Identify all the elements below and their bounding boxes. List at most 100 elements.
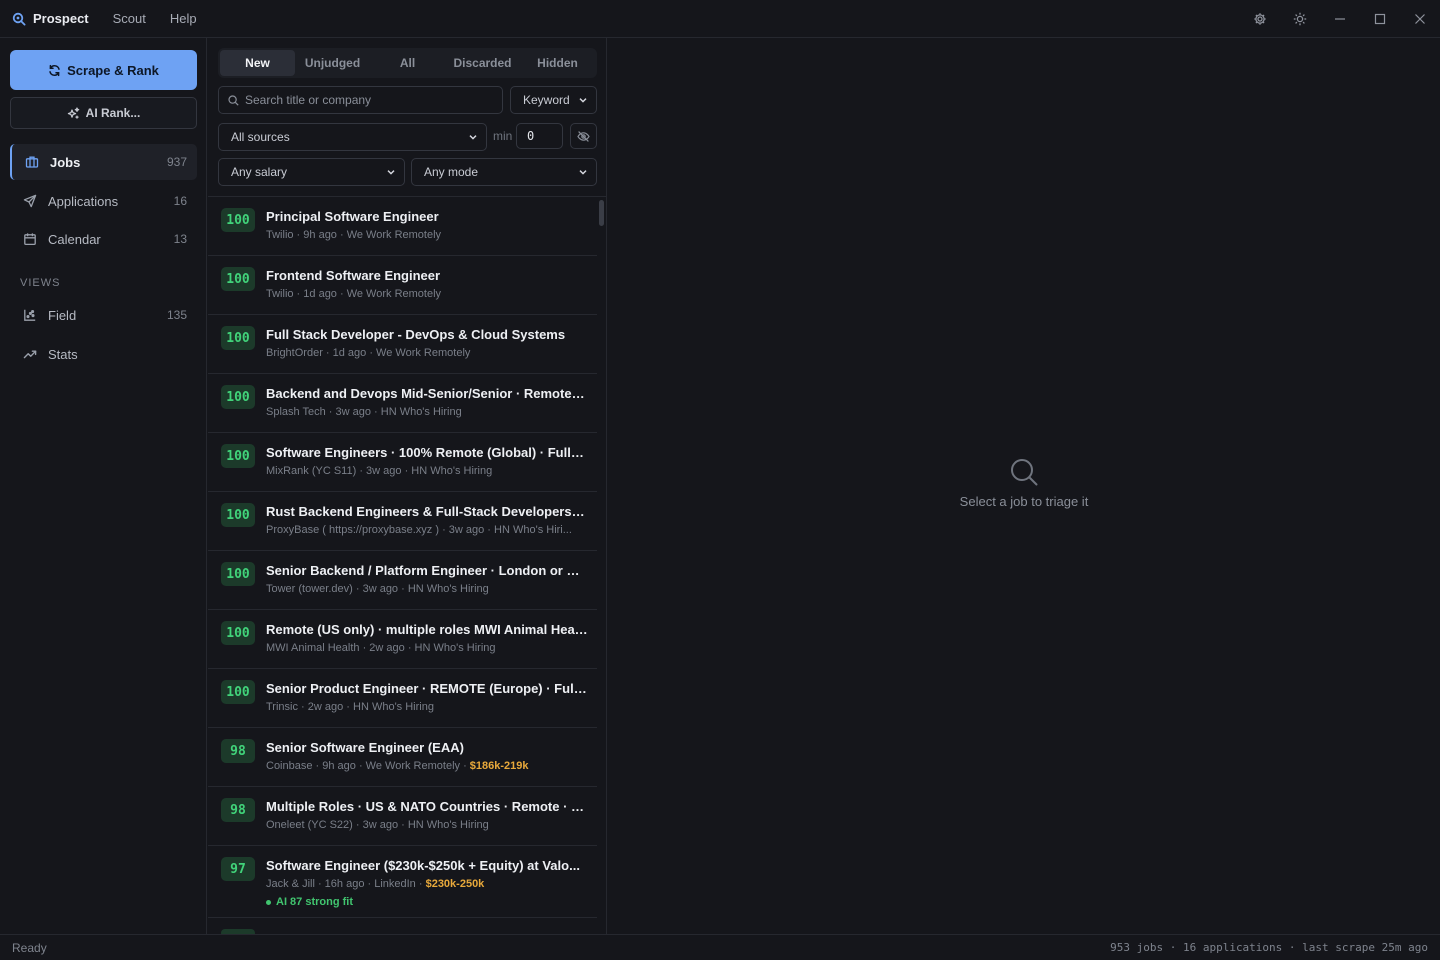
minimize-button[interactable] [1320,0,1360,38]
job-list-pane: New Unjudged All Discarded Hidden Search… [208,38,607,934]
min-score-label: min [493,129,513,143]
job-meta: MixRank (YC S11) · 3w ago · HN Who's Hir… [266,465,493,477]
settings-button[interactable] [1240,0,1280,38]
eye-off-icon [577,130,590,143]
job-meta: MWI Animal Health · 2w ago · HN Who's Hi… [266,642,496,654]
menu-scout[interactable]: Scout [113,11,146,26]
status-text: Ready [12,940,47,955]
sidebar-item-applications[interactable]: Applications 16 [10,183,197,219]
app-name: Prospect [33,11,89,26]
job-row[interactable]: 100 Frontend Software Engineer Twilio · … [208,256,597,315]
empty-state-text: Select a job to triage it [959,494,1089,509]
work-mode-value: Any mode [424,165,479,179]
chevron-down-icon [386,167,396,177]
job-row[interactable]: 100 Full Stack Developer - DevOps & Clou… [208,315,597,374]
scrape-rank-label: Scrape & Rank [67,62,159,78]
gear-icon [1253,12,1267,26]
sidebar-item-calendar[interactable]: Calendar 13 [10,221,197,257]
job-meta: Splash Tech · 3w ago · HN Who's Hiring [266,406,462,418]
job-meta-text: Jack & Jill · 16h ago · LinkedIn · [266,878,426,890]
sidebar-item-count: 135 [166,308,187,322]
salary-range: $230k-250k [425,878,485,890]
job-list: 100 Principal Software Engineer Twilio ·… [208,196,606,934]
maximize-button[interactable] [1360,0,1400,38]
score-badge: 97 [221,857,255,881]
source-value: All sources [231,130,290,144]
maximize-icon [1374,13,1386,25]
job-row[interactable]: 98 Multiple Roles · US & NATO Countries … [208,787,597,846]
job-row[interactable]: 97 Software Engineer ($230k-$250k + Equi… [208,846,597,918]
close-icon [1414,13,1426,25]
tab-all[interactable]: All [370,50,445,76]
ai-fit-badge: AI 87 strong fit [266,896,353,908]
job-row[interactable]: 100 Senior Backend / Platform Engineer ·… [208,551,597,610]
work-mode-select[interactable]: Any mode [411,158,597,186]
job-title: Backend and Devops Mid-Senior/Senior · R… [266,386,588,401]
source-select[interactable]: All sources [218,123,487,151]
score-badge: 100 [221,326,255,350]
send-icon [20,194,40,208]
tab-unjudged[interactable]: Unjudged [295,50,370,76]
job-row[interactable]: 100 Backend and Devops Mid-Senior/Senior… [208,374,597,433]
job-title: Full Stack Developer - DevOps & Cloud Sy… [266,327,566,342]
tab-discarded[interactable]: Discarded [445,50,520,76]
detail-pane: Select a job to triage it [608,38,1440,934]
salary-select[interactable]: Any salary [218,158,405,186]
search-mode-value: Keyword [523,93,570,107]
app-brand: Prospect [12,11,89,26]
sidebar-item-label: Calendar [48,231,101,247]
sidebar-item-field[interactable]: Field 135 [10,297,197,333]
job-row[interactable]: 100 Rust Backend Engineers & Full-Stack … [208,492,597,551]
job-row[interactable]: 100 Remote (US only) · multiple roles MW… [208,610,597,669]
job-row[interactable]: 98 Senior Software Engineer (EAA) Coinba… [208,728,597,787]
job-title: Software Engineers · 100% Remote (Global… [266,445,588,460]
score-badge: 100 [221,385,255,409]
sidebar-item-label: Applications [48,193,119,209]
sidebar-item-count: 13 [173,232,187,246]
score-badge: 100 [221,503,255,527]
briefcase-icon [22,155,42,169]
minimize-icon [1334,13,1346,25]
ai-rank-button[interactable]: AI Rank... [10,97,197,129]
scatter-icon [20,308,40,322]
sun-icon [1293,12,1307,26]
sidebar-item-stats[interactable]: Stats [10,336,197,372]
filter-tabs: New Unjudged All Discarded Hidden [218,48,597,78]
ai-rank-label: AI Rank... [85,106,141,120]
job-row[interactable]: 100 Senior Product Engineer · REMOTE (Eu… [208,669,597,728]
toggle-hidden-button[interactable] [570,123,597,149]
sidebar-item-label: Field [48,307,77,323]
job-row[interactable]: 100 Software Engineers · 100% Remote (Gl… [208,433,597,492]
job-meta: ProxyBase ( https://proxybase.xyz ) · 3w… [266,524,572,536]
search-input[interactable]: Search title or company [218,86,503,114]
trend-icon [20,347,40,361]
job-title: Principal Software Engineer [266,209,439,224]
sidebar-item-count: 937 [166,155,187,169]
job-meta: Trinsic · 2w ago · HN Who's Hiring [266,701,434,713]
tab-hidden[interactable]: Hidden [520,50,595,76]
min-score-input[interactable]: 0 [516,123,563,149]
salary-range: $186k-219k [469,760,529,772]
job-title: Senior Backend / Platform Engineer · Lon… [266,563,588,578]
scrape-rank-button[interactable]: Scrape & Rank [10,50,197,90]
theme-toggle[interactable] [1280,0,1320,38]
job-row[interactable] [208,918,597,934]
search-icon [228,94,239,106]
tab-new[interactable]: New [220,50,295,76]
search-mode-select[interactable]: Keyword [510,86,597,114]
job-row[interactable]: 100 Principal Software Engineer Twilio ·… [208,197,597,256]
job-meta: Tower (tower.dev) · 3w ago · HN Who's Hi… [266,583,489,595]
list-scrollbar[interactable] [599,200,604,226]
refresh-icon [48,64,61,77]
score-badge: 100 [221,444,255,468]
search-placeholder: Search title or company [245,93,372,107]
sidebar-item-count: 16 [173,194,187,208]
menu-help[interactable]: Help [170,11,197,26]
sidebar-item-jobs[interactable]: Jobs 937 [10,144,197,180]
close-button[interactable] [1400,0,1440,38]
title-bar: Prospect Scout Help [0,0,1440,38]
chevron-down-icon [578,95,588,105]
job-title: Multiple Roles · US & NATO Countries · R… [266,799,588,814]
status-summary: 953 jobs · 16 applications · last scrape… [1110,941,1428,954]
sidebar: Scrape & Rank AI Rank... Jobs 937 Applic… [0,38,207,934]
